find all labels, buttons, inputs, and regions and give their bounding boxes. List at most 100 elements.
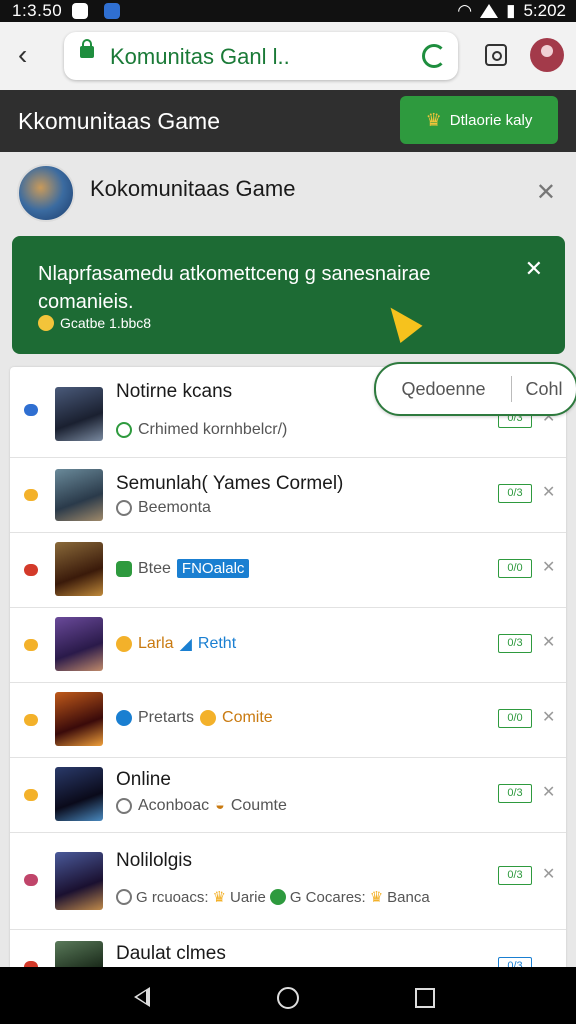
status-bar: 1:3.50 ◠ ▮ 5:202: [0, 0, 576, 22]
system-nav-bar: [0, 967, 576, 1024]
item-subtitle: Crhimed kornhbelcr/): [116, 421, 287, 439]
item-title: Notirne kcans: [116, 381, 233, 402]
banner-meta: Gcatbe 1.bbc8: [38, 315, 151, 331]
item-subtitle: Pretarts Comite: [116, 709, 273, 727]
group-avatar[interactable]: [17, 164, 75, 222]
remove-icon[interactable]: ✕: [542, 864, 555, 884]
remove-icon[interactable]: ✕: [542, 557, 555, 577]
header-action-button[interactable]: ♛ Dtlaorie kaly: [400, 96, 558, 144]
item-sub-text: Beemonta: [138, 499, 211, 516]
item-badge: 0/3: [498, 957, 532, 967]
lock-icon: [80, 39, 94, 58]
filter-pill[interactable]: Qedoenne Cohl: [374, 362, 576, 416]
item-subtitle: Larla ◢ Retht: [116, 634, 236, 654]
item-sub-text: Pretarts: [138, 709, 195, 726]
community-icon: [116, 889, 132, 905]
wifi-icon: ◠: [457, 1, 473, 20]
status-battery-time: 5:202: [523, 1, 566, 20]
list-item[interactable]: Nolilolgis G rcuoacs: ♛ Uarie G Cocares:…: [10, 832, 566, 930]
item-marker-icon: [24, 639, 38, 651]
nav-back-icon[interactable]: [134, 987, 150, 1007]
banner-message: Nlaprfasamedu atkomettceng g sanesnairae…: [38, 263, 431, 313]
item-sub-text: Aconboac: [138, 797, 210, 814]
tabs-icon[interactable]: [485, 44, 507, 66]
check-icon: [38, 315, 54, 331]
game-thumbnail: [55, 692, 103, 746]
item-sub-text: Uarie: [229, 888, 266, 906]
status-time: 1:3.50: [12, 1, 63, 20]
item-title: Online: [116, 769, 171, 790]
game-list: Notirne kcans Crhimed kornhbelcr/) 0/3 ✕…: [10, 367, 566, 967]
filter-option-right[interactable]: Cohl: [512, 379, 576, 400]
info-icon: [116, 710, 132, 726]
shop-icon: [116, 560, 132, 577]
mountain-icon: ◢: [179, 636, 192, 653]
item-tag: FNOalalc: [176, 559, 250, 578]
header-action-label: Dtlaorie kaly: [449, 111, 533, 129]
game-thumbnail: [55, 387, 103, 441]
download-notification-icon: [104, 3, 120, 19]
item-badge: 0/3: [498, 484, 532, 503]
crown-icon: ♛: [425, 109, 442, 130]
item-badge: 0/3: [498, 866, 532, 885]
item-title: Daulat clmes: [116, 943, 226, 964]
item-sub-text: Larla: [138, 635, 174, 652]
item-badge: 0/3: [498, 784, 532, 803]
item-subtitle: G rcuoacs: ♛ Uarie G Cocares: ♛ Banca: [116, 888, 430, 906]
smiley-icon: [200, 710, 217, 726]
item-title: Semunlah( Yames Cormel): [116, 473, 344, 494]
game-thumbnail: [55, 542, 103, 596]
item-sub-text: G rcuoacs:: [136, 888, 209, 906]
banner-meta-text: Gcatbe 1.bbc8: [60, 315, 152, 331]
close-icon[interactable]: ✕: [536, 178, 556, 207]
trophy-icon: ♛: [212, 889, 226, 906]
coin-icon: [116, 636, 132, 652]
back-arrow-icon[interactable]: ‹: [18, 40, 27, 70]
remove-icon[interactable]: ✕: [542, 707, 555, 727]
gift-icon: ♛: [369, 889, 384, 906]
game-thumbnail: [55, 852, 103, 910]
game-thumbnail: [55, 767, 103, 821]
app-header: Kkomunitaas Game ♛ Dtlaorie kaly: [0, 90, 576, 152]
check-icon: [269, 889, 286, 905]
address-bar[interactable]: Komunitas Ganl l..: [64, 32, 458, 80]
item-marker-icon: [24, 714, 38, 726]
url-text[interactable]: Komunitas Ganl l..: [110, 44, 290, 70]
game-thumbnail: [55, 941, 103, 967]
list-item[interactable]: Btee FNOalalc 0/0 ✕: [10, 532, 566, 608]
item-subtitle: Aconboac ◒ Coumte: [116, 797, 287, 815]
game-thumbnail: [55, 469, 103, 521]
reload-icon[interactable]: [422, 44, 446, 68]
nav-recents-icon[interactable]: [415, 988, 435, 1008]
banner-close-icon[interactable]: ✕: [525, 256, 543, 282]
item-subtitle: Btee FNOalalc: [116, 559, 250, 578]
list-item[interactable]: Larla ◢ Retht 0/3 ✕: [10, 607, 566, 683]
item-sub-text: Coumte: [230, 797, 287, 814]
filter-option-left[interactable]: Qedoenne: [376, 379, 511, 400]
item-sub-text: Banca: [387, 888, 430, 906]
list-item[interactable]: Semunlah( Yames Cormel) Beemonta 0/3 ✕: [10, 457, 566, 533]
list-item[interactable]: Pretarts Comite 0/0 ✕: [10, 682, 566, 758]
community-icon: [116, 500, 132, 516]
remove-icon[interactable]: ✕: [542, 632, 555, 652]
item-marker-icon: [24, 874, 38, 886]
browser-toolbar: ‹ Komunitas Ganl l..: [0, 22, 576, 90]
remove-icon[interactable]: ✕: [542, 782, 555, 802]
list-item[interactable]: Daulat clmes 0/3: [10, 929, 566, 967]
item-subtitle: Beemonta: [116, 499, 211, 517]
item-badge: 0/0: [498, 709, 532, 728]
group-name: Kokomunitaas Game: [90, 176, 296, 201]
list-item[interactable]: Online Aconboac ◒ Coumte 0/3 ✕: [10, 757, 566, 833]
remove-icon[interactable]: ✕: [542, 482, 555, 502]
item-marker-icon: [24, 489, 38, 501]
app-notification-icon: [72, 3, 88, 19]
item-sub-text: Comite: [222, 709, 273, 726]
profile-avatar[interactable]: [530, 38, 564, 72]
nav-home-icon[interactable]: [277, 987, 299, 1009]
item-sub-text: G Cocares:: [289, 888, 366, 906]
item-sub-text: Retht: [197, 635, 237, 652]
notification-banner[interactable]: Nlaprfasamedu atkomettceng g sanesnairae…: [12, 236, 565, 354]
item-title: Nolilolgis: [116, 850, 193, 871]
item-badge: 0/0: [498, 559, 532, 578]
group-header: Kokomunitaas Game ✕: [0, 152, 576, 232]
